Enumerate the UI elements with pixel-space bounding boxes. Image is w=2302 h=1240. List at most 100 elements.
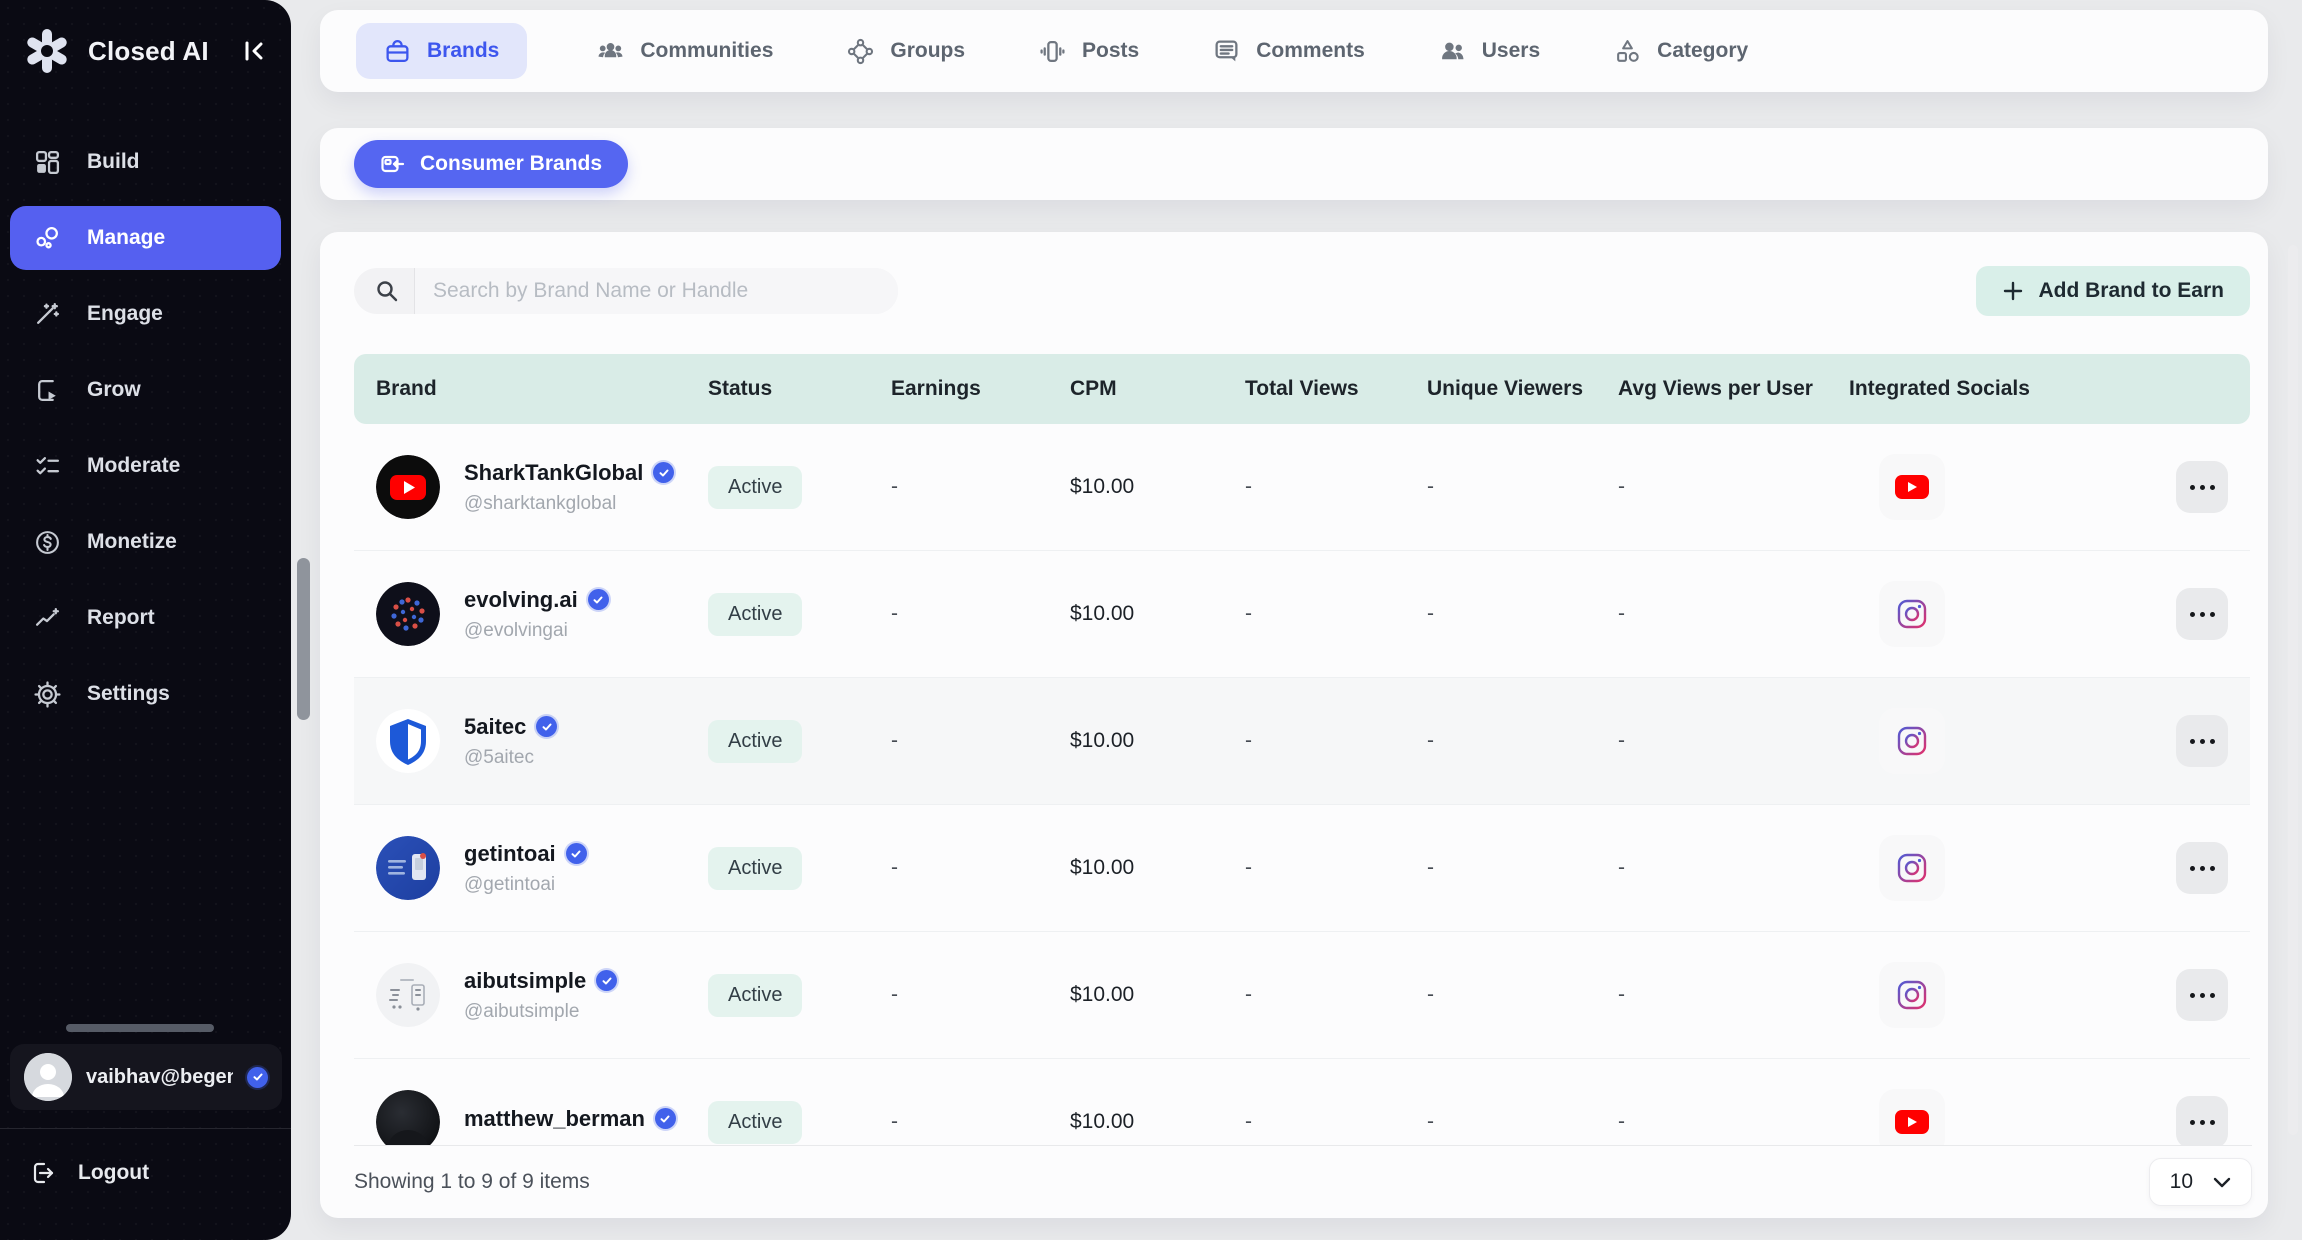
- table-row[interactable]: aibutsimple @aibutsimple Active - $10.00…: [354, 932, 2250, 1059]
- verified-badge-icon: [653, 462, 674, 483]
- users-icon: [1439, 38, 1466, 65]
- row-actions-button[interactable]: [2176, 1096, 2228, 1145]
- search-input[interactable]: [415, 279, 898, 303]
- user-verified-badge-icon: [247, 1067, 268, 1088]
- user-email: vaibhav@begenu...: [86, 1066, 233, 1089]
- brand-avatar-getintoai: [376, 836, 440, 900]
- brand-name: aibutsimple: [464, 968, 586, 994]
- earnings-value: -: [891, 602, 1070, 626]
- tab-communities[interactable]: Communities: [593, 38, 777, 65]
- sidebar-item-report[interactable]: Report: [10, 586, 281, 650]
- consumer-brands-button[interactable]: Consumer Brands: [354, 140, 628, 188]
- consumer-brands-label: Consumer Brands: [420, 152, 602, 176]
- plus-icon: [2002, 280, 2024, 302]
- total-views-value: -: [1245, 729, 1427, 753]
- status-badge: Active: [708, 593, 802, 636]
- tab-posts[interactable]: Posts: [1035, 38, 1143, 65]
- earnings-value: -: [891, 1110, 1070, 1134]
- col-socials: Integrated Socials: [1849, 377, 2176, 401]
- cpm-value: $10.00: [1070, 475, 1245, 499]
- page-size-value: 10: [2170, 1170, 2193, 1194]
- earnings-value: -: [891, 856, 1070, 880]
- monetize-icon: [34, 529, 61, 556]
- col-brand: Brand: [376, 377, 708, 401]
- earnings-value: -: [891, 475, 1070, 499]
- tab-comments[interactable]: Comments: [1209, 38, 1369, 65]
- brand-handle: @5aitec: [464, 747, 557, 769]
- comments-icon: [1213, 38, 1240, 65]
- add-brand-button[interactable]: Add Brand to Earn: [1976, 266, 2250, 316]
- brands-icon: [384, 38, 411, 65]
- avg-views-value: -: [1618, 729, 1849, 753]
- manage-icon: [34, 225, 61, 252]
- search-icon: [374, 278, 400, 304]
- main-content: Brands Communities Groups Pos: [320, 0, 2268, 1240]
- page-scrollbar-track[interactable]: [2288, 245, 2298, 1135]
- instagram-icon: [1879, 708, 1945, 774]
- unique-viewers-value: -: [1427, 1110, 1618, 1134]
- sidebar-item-engage[interactable]: Engage: [10, 282, 281, 346]
- sidebar-item-settings[interactable]: Settings: [10, 662, 281, 726]
- page-scrollbar-thumb[interactable]: [297, 558, 310, 720]
- unique-viewers-value: -: [1427, 856, 1618, 880]
- table-row[interactable]: evolving.ai @evolvingai Active - $10.00 …: [354, 551, 2250, 678]
- cpm-value: $10.00: [1070, 1110, 1245, 1134]
- sidebar-item-grow[interactable]: Grow: [10, 358, 281, 422]
- page-size-select[interactable]: 10: [2149, 1158, 2252, 1206]
- sidebar-item-build[interactable]: Build: [10, 130, 281, 194]
- table-row[interactable]: matthew_berman Active - $10.00 - - -: [354, 1059, 2250, 1145]
- row-actions-button[interactable]: [2176, 842, 2228, 894]
- sidebar-item-monetize[interactable]: Monetize: [10, 510, 281, 574]
- col-total-views: Total Views: [1245, 377, 1427, 401]
- table-row[interactable]: SharkTankGlobal @sharktankglobal Active …: [354, 424, 2250, 551]
- instagram-icon: [1879, 581, 1945, 647]
- row-actions-button[interactable]: [2176, 461, 2228, 513]
- pagination-summary: Showing 1 to 9 of 9 items: [354, 1170, 590, 1194]
- cpm-value: $10.00: [1070, 856, 1245, 880]
- report-icon: [34, 605, 61, 632]
- tab-category[interactable]: Category: [1610, 38, 1752, 65]
- sidebar-item-manage[interactable]: Manage: [10, 206, 281, 270]
- status-badge: Active: [708, 1101, 802, 1144]
- chevron-down-icon: [2213, 1176, 2231, 1188]
- unique-viewers-value: -: [1427, 475, 1618, 499]
- brand-name: 5aitec: [464, 714, 526, 740]
- sidebar-collapse-icon[interactable]: [239, 36, 269, 66]
- top-navigation: Brands Communities Groups Pos: [320, 10, 2268, 92]
- engage-icon: [34, 301, 61, 328]
- pagination-bar: Showing 1 to 9 of 9 items 10: [354, 1145, 2252, 1218]
- brand-avatar-shield: [376, 709, 440, 773]
- total-views-value: -: [1245, 856, 1427, 880]
- unique-viewers-value: -: [1427, 983, 1618, 1007]
- table-body: SharkTankGlobal @sharktankglobal Active …: [354, 424, 2250, 1145]
- tab-users[interactable]: Users: [1435, 38, 1544, 65]
- col-earnings: Earnings: [891, 377, 1070, 401]
- total-views-value: -: [1245, 983, 1427, 1007]
- brand-name: SharkTankGlobal: [464, 460, 643, 486]
- row-actions-button[interactable]: [2176, 715, 2228, 767]
- status-badge: Active: [708, 847, 802, 890]
- earnings-value: -: [891, 983, 1070, 1007]
- verified-badge-icon: [536, 716, 557, 737]
- sidebar-scroll-handle[interactable]: [66, 1024, 214, 1032]
- table-row[interactable]: getintoai @getintoai Active - $10.00 - -…: [354, 805, 2250, 932]
- table-row[interactable]: 5aitec @5aitec Active - $10.00 - - -: [354, 678, 2250, 805]
- sidebar-item-moderate[interactable]: Moderate: [10, 434, 281, 498]
- verified-badge-icon: [588, 589, 609, 610]
- user-account-card[interactable]: vaibhav@begenu...: [10, 1044, 282, 1110]
- row-actions-button[interactable]: [2176, 969, 2228, 1021]
- total-views-value: -: [1245, 475, 1427, 499]
- build-icon: [34, 149, 61, 176]
- brand-avatar-evolving: [376, 582, 440, 646]
- tab-brands[interactable]: Brands: [356, 23, 527, 79]
- unique-viewers-value: -: [1427, 729, 1618, 753]
- tab-groups[interactable]: Groups: [843, 38, 969, 65]
- consumer-brands-icon: [380, 151, 406, 177]
- brand-handle: @getintoai: [464, 874, 587, 896]
- brands-table-card: Add Brand to Earn Brand Status Earnings …: [320, 232, 2268, 1218]
- brand-name: getintoai: [464, 841, 556, 867]
- status-badge: Active: [708, 466, 802, 509]
- row-actions-button[interactable]: [2176, 588, 2228, 640]
- logout-button[interactable]: Logout: [30, 1160, 149, 1186]
- total-views-value: -: [1245, 602, 1427, 626]
